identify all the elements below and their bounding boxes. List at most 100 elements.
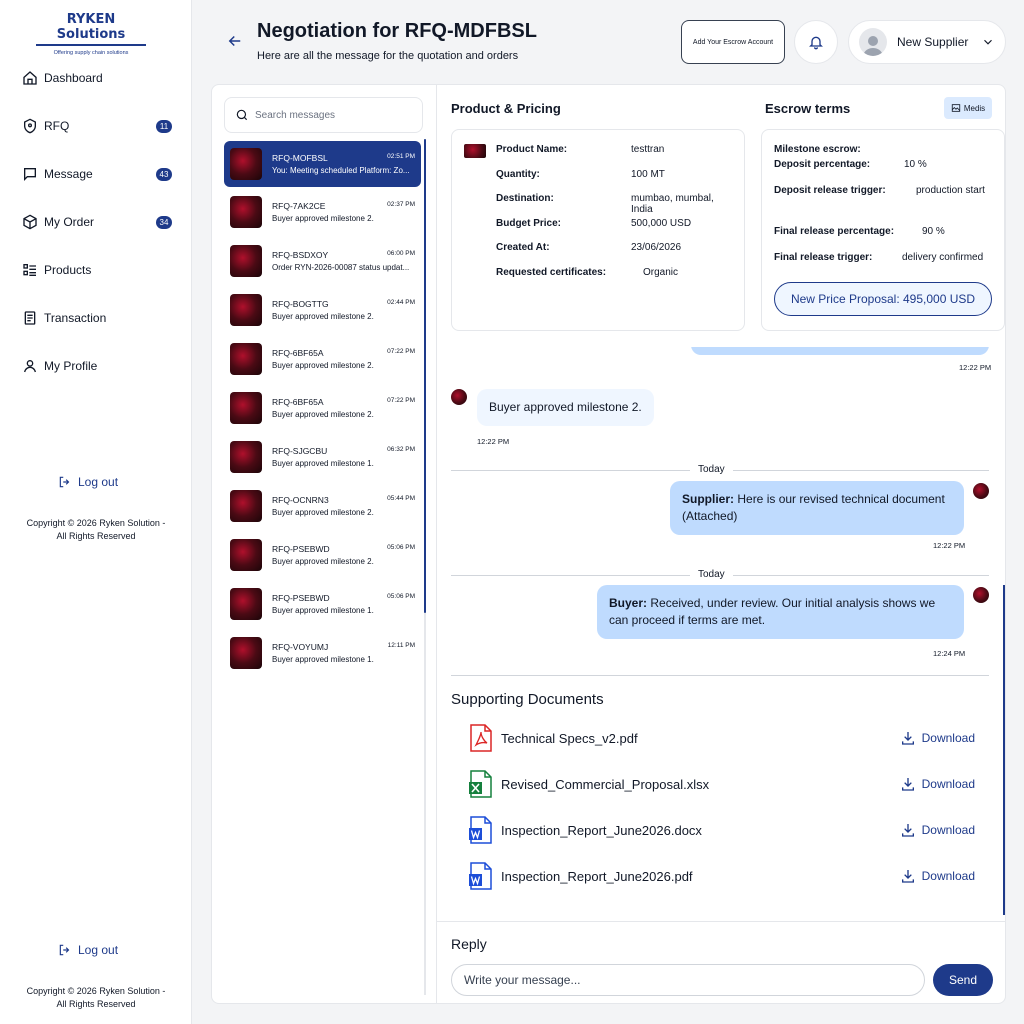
conversation-item[interactable]: RFQ-6BF65A 07:22 PM Buyer approved milesto…: [224, 385, 421, 431]
conversation-scrollbar[interactable]: [424, 139, 426, 613]
product-row-value: testtran: [631, 144, 665, 155]
conversation-preview: Buyer approved milestone 1.: [272, 606, 374, 615]
new-price-proposal-button[interactable]: New Price Proposal: 495,000 USD: [774, 282, 992, 316]
conversation-item[interactable]: RFQ-OCNRN3 05:44 PM Buyer approved milesto…: [224, 483, 421, 529]
word-file-icon: [469, 816, 492, 844]
message-thread: 12:22 PM Buyer approved milestone 2. 12:…: [437, 347, 1005, 921]
product-row-value: Organic: [643, 267, 679, 278]
user-menu-button[interactable]: New Supplier: [848, 20, 1006, 64]
conversation-item[interactable]: RFQ-MOFBSL 02:51 PM You: Meeting scheduled…: [224, 141, 421, 187]
conversation-item[interactable]: RFQ-7AK2CE 02:37 PM Buyer approved milesto…: [224, 189, 421, 235]
escrow-row-key: Deposit percentage:: [774, 159, 871, 170]
conversation-item[interactable]: RFQ-PSEBWD 05:06 PM Buyer approved milesto…: [224, 532, 421, 578]
conversation-text: RFQ-7AK2CE 02:37 PM Buyer approved milesto…: [272, 201, 415, 223]
conversation-code: RFQ-PSEBWD: [272, 593, 330, 603]
conversation-code: RFQ-MOFBSL: [272, 153, 328, 163]
sidebar-item-message[interactable]: Message 43: [22, 162, 172, 186]
product-row-key: Destination:: [496, 193, 554, 204]
conversation-preview: Buyer approved milestone 2.: [272, 312, 374, 321]
sidebar-item-my-profile[interactable]: My Profile: [22, 354, 172, 378]
sidebar-item-label: My Profile: [44, 359, 98, 373]
conversation-header: RFQ-PSEBWD 05:06 PM: [272, 544, 415, 554]
sidebar-item-rfq[interactable]: RFQ 11: [22, 114, 172, 138]
download-button[interactable]: Download: [900, 822, 975, 838]
box-icon: [23, 214, 37, 230]
image-icon: [951, 104, 960, 112]
conversation-code: RFQ-BSDXOY: [272, 250, 329, 260]
page-title: Negotiation for RFQ-MDFBSL: [257, 20, 537, 42]
message-sender: Supplier:: [682, 492, 735, 506]
add-escrow-account-button[interactable]: Add Your Escrow Account: [681, 20, 785, 64]
conversation-preview: Buyer approved milestone 2.: [272, 361, 374, 370]
conversation-code: RFQ-6BF65A: [272, 397, 324, 407]
chat-icon: [24, 168, 36, 181]
download-icon: [901, 824, 914, 837]
send-button[interactable]: Send: [933, 964, 993, 996]
logout-button-bottom[interactable]: Log out: [58, 943, 118, 957]
bell-icon: [809, 36, 823, 50]
media-label: Medis: [963, 103, 986, 113]
conversation-item[interactable]: RFQ-SJGCBU 06:32 PM Buyer approved milesto…: [224, 434, 421, 480]
logout-button[interactable]: Log out: [58, 475, 118, 489]
conversation-item[interactable]: RFQ-BOGTTG 02:44 PM Buyer approved milesto…: [224, 287, 421, 333]
download-button[interactable]: Download: [900, 730, 975, 746]
thread-scrollbar[interactable]: [1003, 585, 1005, 915]
conversation-item[interactable]: RFQ-VOYUMJ 12:11 PM Buyer approved milesto…: [224, 630, 421, 676]
message-time: 12:24 PM: [933, 649, 966, 658]
negotiation-panel: RFQ-MOFBSL 02:51 PM You: Meeting scheduled…: [211, 84, 1006, 1004]
conversation-text: RFQ-SJGCBU 06:32 PM Buyer approved milesto…: [272, 446, 415, 468]
conversation-time: 06:00 PM: [387, 250, 415, 257]
escrow-row-key: Deposit release trigger:: [774, 185, 886, 196]
document-name: Technical Specs_v2.pdf: [501, 730, 638, 746]
message-bubble: Buyer approved milestone 2.: [477, 389, 654, 426]
conversation-thumbnail: [230, 245, 262, 277]
user-name: New Supplier: [897, 35, 969, 49]
user-silhouette-icon: [863, 36, 883, 56]
conversation-text: RFQ-MOFBSL 02:51 PM You: Meeting scheduled…: [272, 153, 415, 175]
conversation-thumbnail: [230, 441, 262, 473]
conversation-preview: Buyer approved milestone 2.: [272, 557, 374, 566]
conversation-header: RFQ-VOYUMJ 12:11 PM: [272, 642, 415, 652]
conversation-text: RFQ-PSEBWD 05:06 PM Buyer approved milesto…: [272, 544, 415, 566]
conversation-header: RFQ-BOGTTG 02:44 PM: [272, 299, 415, 309]
search-input[interactable]: [255, 109, 405, 121]
conversation-item[interactable]: RFQ-6BF65A 07:22 PM Buyer approved milesto…: [224, 336, 421, 382]
download-label: Download: [921, 777, 975, 791]
escrow-row: Milestone escrow:: [774, 144, 999, 155]
conversation-thumbnail: [230, 588, 262, 620]
back-arrow-icon[interactable]: [226, 32, 244, 50]
conversation-item[interactable]: RFQ-PSEBWD 05:06 PM Buyer approved milesto…: [224, 581, 421, 627]
sidebar-item-transaction[interactable]: Transaction: [22, 306, 172, 330]
sidebar-item-label: Transaction: [44, 311, 107, 325]
download-label: Download: [921, 731, 975, 745]
escrow-row-key: Final release trigger:: [774, 252, 873, 263]
logout-label: Log out: [78, 475, 119, 489]
page-subtitle: Here are all the message for the quotati…: [257, 50, 519, 62]
escrow-row-value: production start: [916, 185, 985, 196]
download-button[interactable]: Download: [900, 776, 975, 792]
download-icon: [901, 732, 914, 745]
sidebar-item-label: My Order: [44, 215, 95, 229]
download-icon: [901, 778, 914, 791]
product-row: Budget Price: 500,000 USD: [496, 218, 736, 229]
conversation-item[interactable]: RFQ-BSDXOY 06:00 PM Order RYN-2026-00087 s…: [224, 238, 421, 284]
conversation-time: 02:51 PM: [387, 153, 415, 160]
document-row: Inspection_Report_June2026.pdf Download: [469, 861, 975, 891]
document-row: Revised_Commercial_Proposal.xlsx Downloa…: [469, 769, 975, 799]
home-icon: [23, 71, 37, 85]
sidebar-item-products[interactable]: Products: [22, 258, 172, 282]
brand-logo[interactable]: RYKEN Solutions Offering supply chain so…: [36, 12, 146, 56]
date-divider-label: Today: [690, 569, 733, 580]
media-button[interactable]: Medis: [944, 97, 992, 119]
rfq-count-badge: 11: [156, 119, 172, 133]
reply-input[interactable]: [451, 964, 925, 996]
download-label: Download: [921, 869, 975, 883]
download-button[interactable]: Download: [900, 868, 975, 884]
sidebar-item-dashboard[interactable]: Dashboard: [22, 66, 172, 90]
search-box[interactable]: [224, 97, 423, 133]
brand-underline: [36, 44, 146, 46]
product-row-value: 23/06/2026: [631, 242, 682, 253]
order-count-badge: 34: [156, 215, 172, 229]
notifications-button[interactable]: [794, 20, 838, 64]
sidebar-item-my-order[interactable]: My Order 34: [22, 210, 172, 234]
